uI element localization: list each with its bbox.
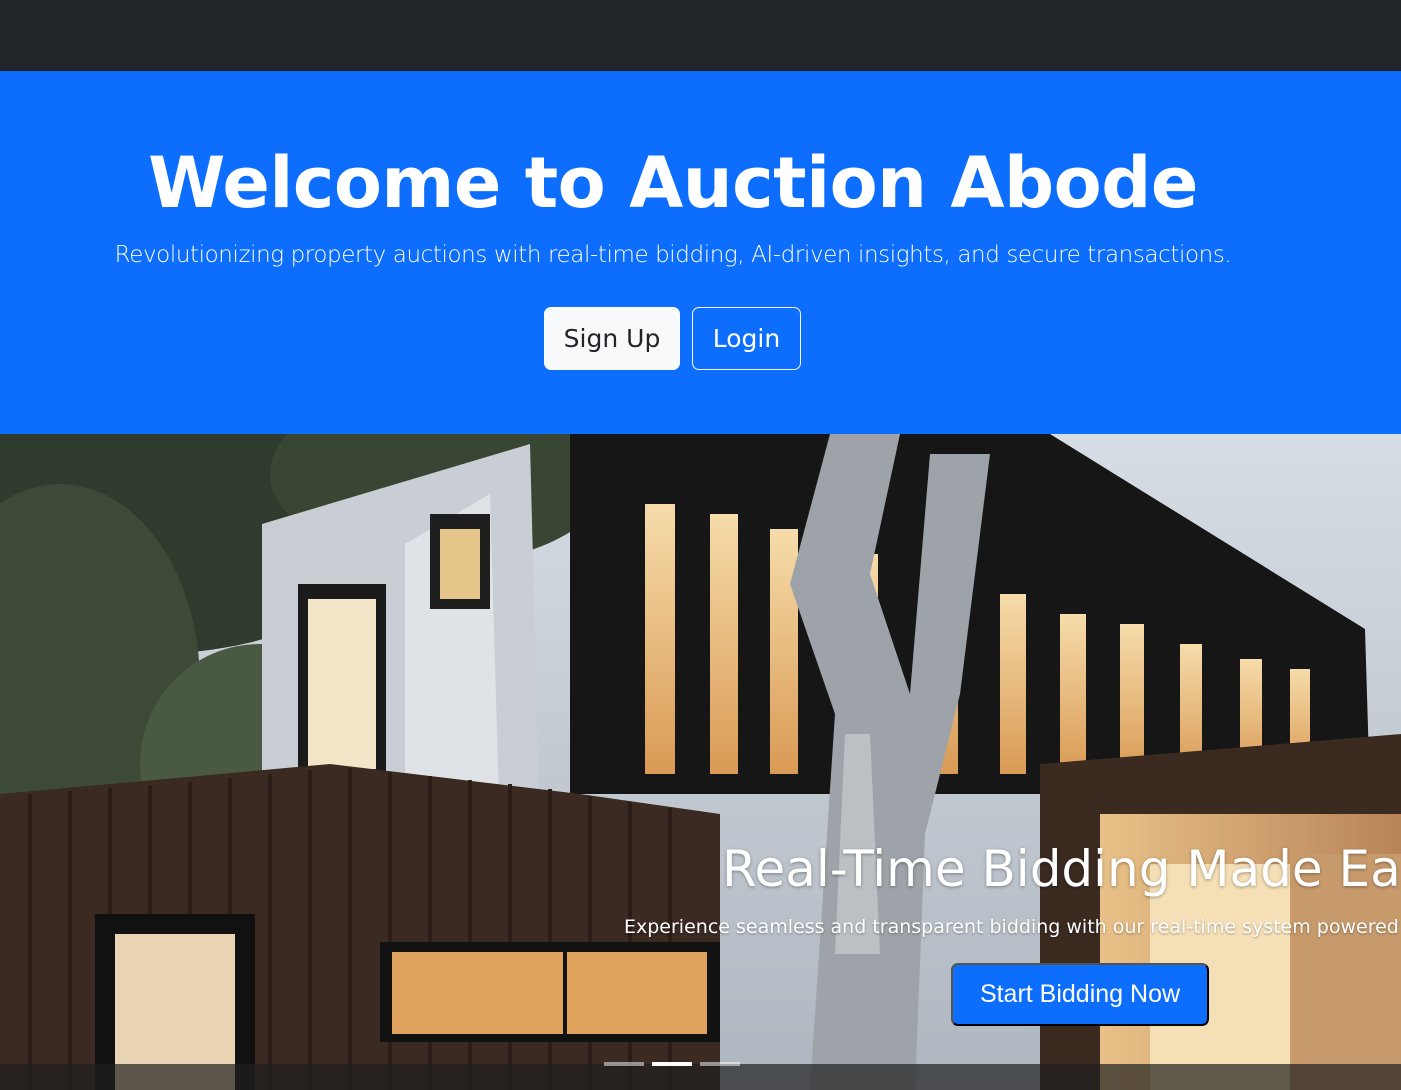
- carousel-indicators: [604, 1062, 740, 1066]
- hero-title: Welcome to Auction Abode: [148, 142, 1198, 224]
- start-bidding-button[interactable]: Start Bidding Now: [951, 963, 1209, 1026]
- login-button[interactable]: Login: [692, 307, 801, 370]
- carousel-indicator-2[interactable]: [652, 1062, 692, 1066]
- navbar: [0, 0, 1401, 71]
- carousel-indicator-3[interactable]: [700, 1062, 740, 1066]
- hero-section: Welcome to Auction Abode Revolutionizing…: [0, 71, 1401, 434]
- carousel-caption-title: Real-Time Bidding Made Eas: [722, 840, 1401, 898]
- hero-carousel[interactable]: Real-Time Bidding Made Eas Experience se…: [0, 434, 1401, 1090]
- carousel-caption-text: Experience seamless and transparent bidd…: [624, 916, 1401, 938]
- sign-up-button[interactable]: Sign Up: [544, 307, 680, 370]
- hero-subtitle: Revolutionizing property auctions with r…: [114, 242, 1232, 268]
- carousel-indicator-1[interactable]: [604, 1062, 644, 1066]
